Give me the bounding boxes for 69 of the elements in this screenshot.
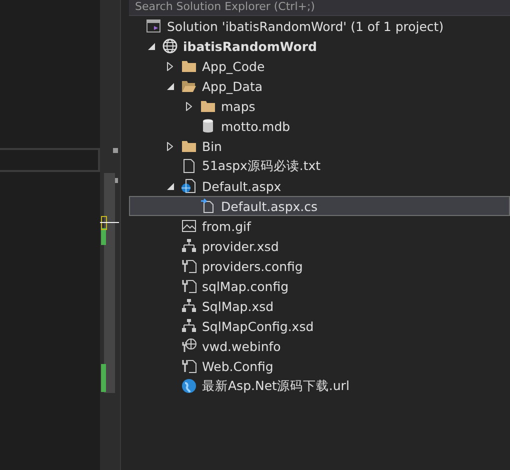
collapse-arrow-icon[interactable] — [166, 82, 174, 90]
item-label: vwd.webinfo — [202, 338, 281, 354]
scrollbar-thumb[interactable] — [104, 173, 115, 393]
item-label: sqlMap.config — [202, 278, 289, 294]
expand-arrow-icon[interactable] — [186, 102, 192, 110]
tree-item[interactable]: App_Code — [129, 56, 510, 76]
globe-icon — [162, 38, 178, 54]
document-icon — [181, 158, 197, 174]
item-label: Bin — [202, 138, 222, 154]
item-label: 51aspx源码必读.txt — [202, 158, 321, 174]
tree-item[interactable]: providers.config — [129, 256, 510, 276]
item-label: SqlMap.xsd — [202, 298, 274, 314]
item-label: Solution 'ibatisRandomWord' (1 of 1 project) — [167, 18, 444, 34]
tree-item[interactable]: Default.aspx.cs — [129, 196, 510, 216]
config-file-icon — [181, 278, 197, 294]
tree-item[interactable]: SqlMapConfig.xsd — [129, 316, 510, 336]
open-folder-icon — [181, 78, 197, 94]
globe-icon — [181, 378, 197, 394]
tree-item[interactable]: Default.aspx — [129, 176, 510, 196]
item-label: Default.aspx.cs — [221, 198, 318, 214]
item-label: App_Data — [202, 78, 263, 94]
item-label: ibatisRandomWord — [183, 38, 317, 54]
solution-icon — [146, 18, 162, 34]
tree-item[interactable]: motto.mdb — [129, 116, 510, 136]
tree-item[interactable]: Solution 'ibatisRandomWord' (1 of 1 project) — [129, 16, 510, 36]
caret-line — [100, 222, 119, 223]
database-icon — [200, 118, 216, 134]
config-file-icon — [181, 358, 197, 374]
tree-item[interactable]: maps — [129, 96, 510, 116]
web-config-icon — [181, 338, 197, 354]
change-marker — [101, 364, 106, 392]
code-file-icon — [200, 198, 216, 214]
hierarchy-icon — [181, 238, 197, 254]
item-label: from.gif — [202, 218, 251, 234]
tree-item[interactable]: Web.Config — [129, 356, 510, 376]
folder-icon — [181, 138, 197, 154]
item-label: Web.Config — [202, 358, 274, 374]
hierarchy-icon — [181, 318, 197, 334]
item-label: 最新Asp.Net源码下载.url — [202, 378, 350, 394]
folder-icon — [200, 98, 216, 114]
item-label: Default.aspx — [202, 178, 282, 194]
folder-icon — [181, 58, 197, 74]
marker-square — [113, 148, 118, 153]
tree-item[interactable]: 最新Asp.Net源码下载.url — [129, 376, 510, 396]
search-field[interactable]: Search Solution Explorer (Ctrl+;) — [129, 0, 510, 16]
collapse-arrow-icon[interactable] — [166, 182, 174, 190]
tree-item[interactable]: ibatisRandomWord — [129, 36, 510, 56]
expand-arrow-icon[interactable] — [167, 142, 173, 150]
item-label: provider.xsd — [202, 238, 279, 254]
item-label: App_Code — [202, 58, 265, 74]
tree-item[interactable]: App_Data — [129, 76, 510, 96]
item-label: motto.mdb — [221, 118, 290, 134]
tree-item[interactable]: Bin — [129, 136, 510, 156]
item-label: SqlMapConfig.xsd — [202, 318, 314, 334]
tree-item[interactable]: sqlMap.config — [129, 276, 510, 296]
hierarchy-icon — [181, 298, 197, 314]
tree-item[interactable]: vwd.webinfo — [129, 336, 510, 356]
collapse-arrow-icon[interactable] — [148, 42, 154, 50]
image-icon — [181, 218, 197, 234]
item-label: providers.config — [202, 258, 303, 274]
tree-item[interactable]: 51aspx源码必读.txt — [129, 156, 510, 176]
tree-item[interactable]: provider.xsd — [129, 236, 510, 256]
item-label: maps — [221, 98, 256, 114]
change-marker — [101, 228, 106, 245]
tree-item[interactable]: SqlMap.xsd — [129, 296, 510, 316]
web-page-icon — [181, 178, 197, 194]
expand-arrow-icon[interactable] — [167, 62, 173, 70]
config-file-icon — [181, 258, 197, 274]
tree-item[interactable]: from.gif — [129, 216, 510, 236]
